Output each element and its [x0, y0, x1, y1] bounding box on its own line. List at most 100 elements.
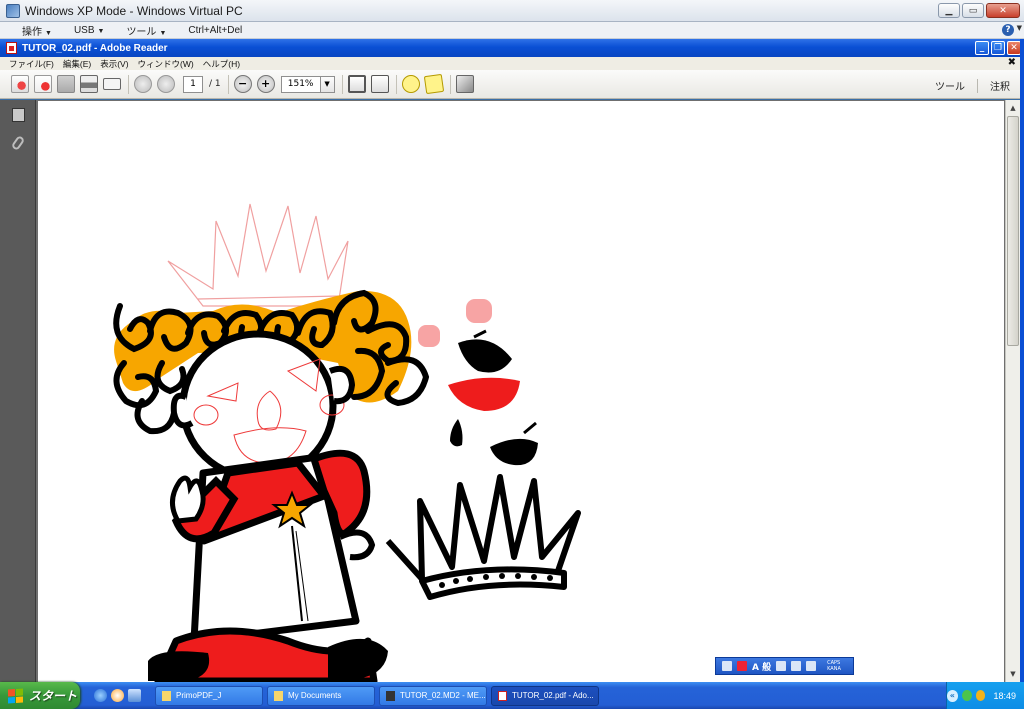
save-icon[interactable]: [57, 75, 75, 93]
task-tutor-pdf[interactable]: TUTOR_02.pdf - Ado...: [491, 685, 599, 706]
scroll-down-icon[interactable]: ▼: [1007, 667, 1019, 681]
vertical-scrollbar[interactable]: ▲ ▼: [1005, 100, 1020, 682]
show-desktop-icon[interactable]: [128, 689, 141, 702]
next-page-icon[interactable]: [157, 75, 175, 93]
red-mouth: [448, 377, 520, 411]
system-tray: « 18:49: [946, 682, 1024, 709]
task-primopdf[interactable]: PrimoPDF_J: [155, 685, 263, 706]
vpc-title-bar: Windows XP Mode - Windows Virtual PC ▁ ▭…: [0, 0, 1024, 22]
media-player-icon[interactable]: [111, 689, 124, 702]
reader-minimize-button[interactable]: _: [975, 41, 989, 55]
email-icon[interactable]: [103, 78, 121, 90]
zoom-in-icon[interactable]: +: [256, 75, 275, 93]
pink-blob-top: [466, 299, 492, 323]
network-icon[interactable]: [961, 690, 972, 701]
help-icon[interactable]: ?: [1002, 24, 1014, 36]
vpc-window-title: Windows XP Mode - Windows Virtual PC: [25, 3, 243, 18]
reader-window-title: TUTOR_02.pdf - Adobe Reader: [22, 42, 168, 54]
zoom-dropdown-chevron-icon[interactable]: ▼: [320, 75, 335, 93]
pink-blob-left: [418, 325, 440, 347]
hand-right: [338, 529, 376, 561]
menu-ctrl-alt-del[interactable]: Ctrl+Alt+Del: [188, 25, 242, 36]
menu-view[interactable]: 表示(V): [100, 58, 128, 70]
toolbar-separator: [341, 74, 343, 94]
pdf-icon: [6, 42, 17, 54]
highlight-icon[interactable]: [423, 73, 444, 95]
chevron-down-icon[interactable]: ▼: [1017, 24, 1022, 32]
reader-restore-button[interactable]: ❐: [991, 41, 1005, 55]
kana-indicator: KANA: [827, 666, 841, 672]
vpc-menu-bar: 操作 ▼ USB ▼ ツール ▼ Ctrl+Alt+Del: [0, 22, 1024, 39]
show-hidden-icons-icon[interactable]: «: [947, 689, 958, 702]
reader-title-bar: TUTOR_02.pdf - Adobe Reader _ ❐ ✕: [0, 39, 1024, 57]
close-button[interactable]: ✕: [986, 3, 1020, 18]
comment-panel-button[interactable]: 注釈: [990, 78, 1010, 93]
toolbar-separator: [395, 74, 397, 94]
black-eye-top: [458, 339, 512, 373]
page-number-input[interactable]: 1: [183, 75, 203, 93]
menu-help[interactable]: ヘルプ(H): [203, 58, 240, 70]
pdf-page[interactable]: [38, 101, 1004, 682]
minimize-button[interactable]: ▁: [938, 3, 960, 18]
hand-left: [170, 475, 206, 524]
fit-width-icon[interactable]: [370, 75, 389, 93]
ime-icon[interactable]: [737, 661, 747, 671]
tools-panel-button[interactable]: ツール: [935, 78, 965, 93]
folder-icon: [162, 690, 171, 701]
menu-file[interactable]: ファイル(F): [9, 58, 54, 70]
clock: 18:49: [993, 690, 1016, 701]
app-icon: [386, 690, 395, 701]
dictionary-icon[interactable]: [776, 661, 787, 671]
keyboard-icon[interactable]: [722, 661, 732, 671]
scrollbar-thumb[interactable]: [1007, 116, 1019, 346]
toolbar-separator: [977, 78, 978, 93]
ime-mode[interactable]: A 般: [752, 660, 771, 673]
menu-window[interactable]: ウィンドウ(W): [138, 58, 194, 70]
toolbar-separator: [227, 74, 229, 94]
tools-icon[interactable]: [791, 661, 802, 671]
windows-logo-icon: [8, 687, 23, 704]
task-my-documents[interactable]: My Documents: [267, 685, 375, 706]
black-tear-drop: [450, 419, 463, 447]
reader-menu-bar: ファイル(F) 編集(E) 表示(V) ウィンドウ(W) ヘルプ(H): [0, 57, 1024, 70]
previous-page-icon[interactable]: [134, 75, 152, 93]
quick-launch: [94, 689, 141, 702]
toolbar-separator: [449, 74, 451, 94]
pdf-icon: [498, 690, 507, 701]
scroll-up-icon[interactable]: ▲: [1007, 101, 1019, 115]
attachments-paperclip-icon[interactable]: [10, 134, 26, 152]
zoom-out-icon[interactable]: −: [233, 75, 252, 93]
help-icon[interactable]: [806, 661, 817, 671]
create-pdf-icon[interactable]: [11, 75, 29, 93]
menu-tools[interactable]: ツール ▼: [126, 23, 166, 38]
task-tutor-md2[interactable]: TUTOR_02.MD2 - ME...: [379, 685, 487, 706]
taskbar: スタート PrimoPDF_J My Documents TUTOR_02.MD…: [0, 682, 1024, 709]
maximize-button[interactable]: ▭: [962, 3, 984, 18]
navigation-pane: [0, 100, 36, 682]
window-frame: [1020, 39, 1024, 682]
zoom-level-field[interactable]: 151%: [280, 75, 321, 93]
menu-edit[interactable]: 編集(E): [63, 58, 91, 70]
reader-close-button[interactable]: ✕: [1007, 41, 1021, 55]
comment-icon[interactable]: [401, 75, 420, 93]
collaborate-icon[interactable]: [34, 75, 52, 93]
pages-panel-icon[interactable]: [12, 108, 25, 122]
fit-page-icon[interactable]: [347, 75, 366, 93]
document-close-icon[interactable]: ✖: [1008, 57, 1016, 68]
start-button[interactable]: スタート: [0, 682, 80, 709]
ime-language-bar[interactable]: A 般 CAPS KANA: [715, 657, 854, 675]
internet-explorer-icon[interactable]: [94, 689, 107, 702]
menu-action[interactable]: 操作 ▼: [22, 23, 52, 38]
drawing-illustration: [113, 203, 581, 682]
shoe-right: [328, 638, 388, 679]
folder-icon: [274, 690, 283, 701]
reader-toolbar: 1 / 1 − + 151% ▼: [0, 70, 1024, 99]
print-icon[interactable]: [80, 75, 98, 93]
toolbar-separator: [128, 74, 129, 94]
virtual-pc-icon: [6, 3, 20, 18]
black-eye-bottom: [490, 438, 538, 466]
page-total-label: / 1: [209, 79, 221, 89]
expand-icon[interactable]: [455, 75, 474, 93]
security-shield-icon[interactable]: [975, 690, 986, 701]
menu-usb[interactable]: USB ▼: [74, 25, 105, 36]
